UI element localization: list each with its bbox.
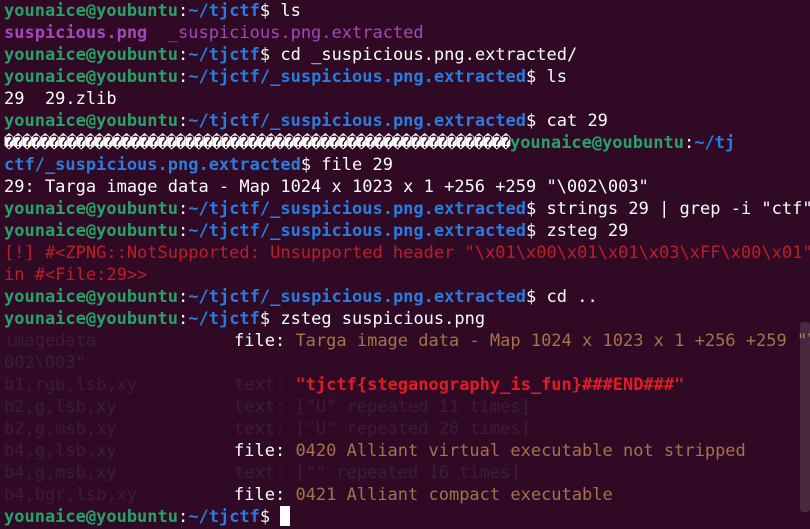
prompt-line: younaice@youbuntu:~/tjctf$ cd _suspiciou… bbox=[4, 45, 578, 65]
prompt-line: younaice@youbuntu:~/tjctf$ zsteg suspici… bbox=[4, 309, 486, 329]
zsteg-key: b4,bgr,lsb,xy bbox=[4, 485, 138, 505]
prompt-path: ~/tjctf bbox=[188, 1, 260, 21]
zsteg-row: b2,g,lsb,xy text: ["U" repeated 11 times] bbox=[4, 396, 810, 418]
active-prompt-line[interactable]: younaice@youbuntu:~/tjctf$ bbox=[4, 506, 810, 528]
command-text: file 29 bbox=[321, 155, 393, 175]
zsteg-value: ["U" repeated 28 times] bbox=[295, 419, 531, 439]
output-line: suspicious.png _suspicious.png.extracted bbox=[4, 22, 810, 44]
zsteg-label: file: bbox=[234, 441, 286, 461]
text-cursor bbox=[280, 506, 291, 526]
error-line: in #<File:29>> bbox=[4, 265, 148, 285]
output-line: 29 29.zlib bbox=[4, 89, 117, 109]
prompt-user: younaice@youbuntu bbox=[4, 1, 178, 21]
zsteg-label: text: bbox=[234, 397, 286, 417]
flag-value: "tjctf{steganography_is_fun}###END###" bbox=[295, 375, 685, 395]
zsteg-label: file: bbox=[234, 331, 286, 351]
zsteg-key: b4,g,msb,xy bbox=[4, 463, 117, 483]
binary-garbage: ����������������������������������������… bbox=[4, 133, 511, 153]
prompt-line: younaice@youbuntu:~/tjctf/_suspicious.pn… bbox=[4, 221, 629, 241]
zsteg-row: b2,g,msb,xy text: ["U" repeated 28 times] bbox=[4, 418, 810, 440]
command-text: cd .. bbox=[546, 287, 598, 307]
command-text: zsteg suspicious.png bbox=[280, 309, 486, 329]
zsteg-value: ["U" repeated 11 times] bbox=[295, 397, 531, 417]
output-line: 29: Targa image data - Map 1024 x 1023 x… bbox=[4, 177, 649, 197]
error-line: [!] #<ZPNG::NotSupported: Unsupported he… bbox=[4, 243, 810, 263]
command-text: zsteg 29 bbox=[546, 221, 629, 241]
file-entry: suspicious.png bbox=[4, 23, 148, 43]
command-text: ls bbox=[546, 67, 567, 87]
zsteg-label: text: bbox=[234, 463, 286, 483]
output-line: ����������������������������������������… bbox=[4, 133, 736, 153]
zsteg-value: 0420 Alliant virtual executable not stri… bbox=[295, 441, 746, 461]
zsteg-key: b2,g,msb,xy bbox=[4, 419, 117, 439]
zsteg-row-wrap: 002\003" bbox=[4, 353, 86, 373]
prompt-line: younaice@youbuntu:~/tjctf/_suspicious.pn… bbox=[4, 67, 567, 87]
zsteg-key: b4,g,lsb,xy bbox=[4, 441, 117, 461]
zsteg-row: imagedata file: Targa image data - Map 10… bbox=[4, 330, 810, 352]
prompt-line: younaice@youbuntu:~/tjctf/_suspicious.pn… bbox=[4, 198, 810, 220]
command-text: ls bbox=[280, 1, 301, 21]
zsteg-key: b2,g,lsb,xy bbox=[4, 397, 117, 417]
prompt-line: ctf/_suspicious.png.extracted$ file 29 bbox=[4, 155, 393, 175]
zsteg-row: b4,g,lsb,xy file: 0420 Alliant virtual ex… bbox=[4, 440, 810, 462]
prompt-line: younaice@youbuntu:~/tjctf/_suspicious.pn… bbox=[4, 287, 598, 307]
command-text: cd _suspicious.png.extracted/ bbox=[280, 45, 578, 65]
zsteg-value: ["" repeated 16 times] bbox=[295, 463, 521, 483]
prompt-line: younaice@youbuntu:~/tjctf$ ls bbox=[4, 1, 301, 21]
dir-entry: _suspicious.png.extracted bbox=[147, 23, 424, 43]
zsteg-value: 0421 Alliant compact executable bbox=[295, 485, 613, 505]
zsteg-label: file: bbox=[234, 485, 286, 505]
command-text: strings 29 | grep -i "ctf" bbox=[546, 199, 810, 219]
zsteg-key: b1,rgb,lsb,xy bbox=[4, 375, 138, 395]
zsteg-row: b1,rgb,lsb,xy text: "tjctf{steganography_… bbox=[4, 374, 810, 396]
zsteg-row: b4,g,msb,xy text: ["" repeated 16 times] bbox=[4, 462, 810, 484]
prompt-line: younaice@youbuntu:~/tjctf/_suspicious.pn… bbox=[4, 111, 608, 131]
scrollbar[interactable] bbox=[800, 322, 810, 512]
zsteg-key: imagedata bbox=[4, 331, 97, 351]
zsteg-label: text: bbox=[234, 419, 286, 439]
zsteg-label: text: bbox=[234, 375, 286, 395]
terminal-window[interactable]: younaice@youbuntu:~/tjctf$ ls suspicious… bbox=[0, 0, 810, 529]
command-text: cat 29 bbox=[546, 111, 608, 131]
zsteg-value: Targa image data - Map 1024 x 1023 x 1 +… bbox=[295, 331, 810, 351]
zsteg-row: b4,bgr,lsb,xy file: 0421 Alliant compact … bbox=[4, 484, 810, 506]
